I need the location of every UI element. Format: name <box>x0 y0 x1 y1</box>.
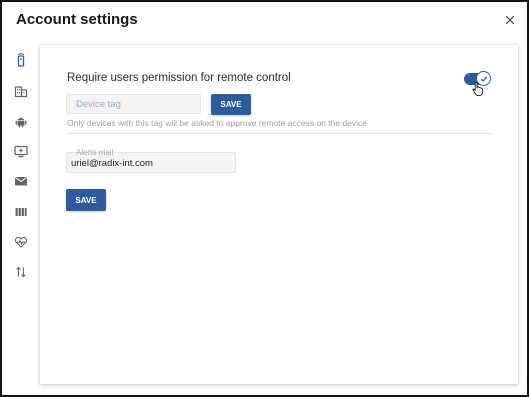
close-button[interactable] <box>503 13 517 27</box>
settings-sidebar <box>4 44 38 384</box>
heart-pulse-icon <box>14 236 28 248</box>
alerts-mail-label: Alerts mail <box>76 148 114 157</box>
sidebar-item-screen[interactable] <box>14 144 28 158</box>
sidebar-item-transfer[interactable] <box>14 265 28 279</box>
barcode-icon <box>15 208 27 216</box>
sidebar-item-android[interactable] <box>14 114 28 128</box>
window-frame: Account settings Require users permissio… <box>0 0 529 397</box>
dialog-title: Account settings <box>16 11 138 28</box>
save-alerts-mail-button[interactable]: SAVE <box>66 189 106 211</box>
sidebar-item-health[interactable] <box>14 235 28 249</box>
screen-share-icon <box>14 145 28 158</box>
settings-panel: Require users permission for remote cont… <box>40 45 518 384</box>
remote-control-title: Require users permission for remote cont… <box>67 72 291 84</box>
hand-cursor-icon <box>472 81 484 97</box>
alerts-mail-field[interactable]: Alerts mail uriel@radix-int.com <box>66 148 236 173</box>
dialog-header: Account settings <box>4 4 529 36</box>
sidebar-item-organization[interactable] <box>14 84 28 98</box>
sidebar-item-barcode[interactable] <box>14 205 28 219</box>
alerts-mail-value: uriel@radix-int.com <box>71 158 153 169</box>
device-tag-help-text: Only devices with this tag will be asked… <box>67 118 368 128</box>
android-icon <box>15 117 27 128</box>
mail-icon <box>15 177 27 186</box>
remote-icon <box>17 53 25 67</box>
device-tag-input[interactable] <box>66 94 201 114</box>
sidebar-item-remote[interactable] <box>14 53 28 67</box>
transfer-icon <box>16 266 26 278</box>
section-divider <box>66 133 492 134</box>
sidebar-item-mail[interactable] <box>14 174 28 188</box>
close-icon <box>505 15 515 25</box>
building-icon <box>14 86 28 98</box>
save-device-tag-button[interactable]: SAVE <box>211 94 251 115</box>
